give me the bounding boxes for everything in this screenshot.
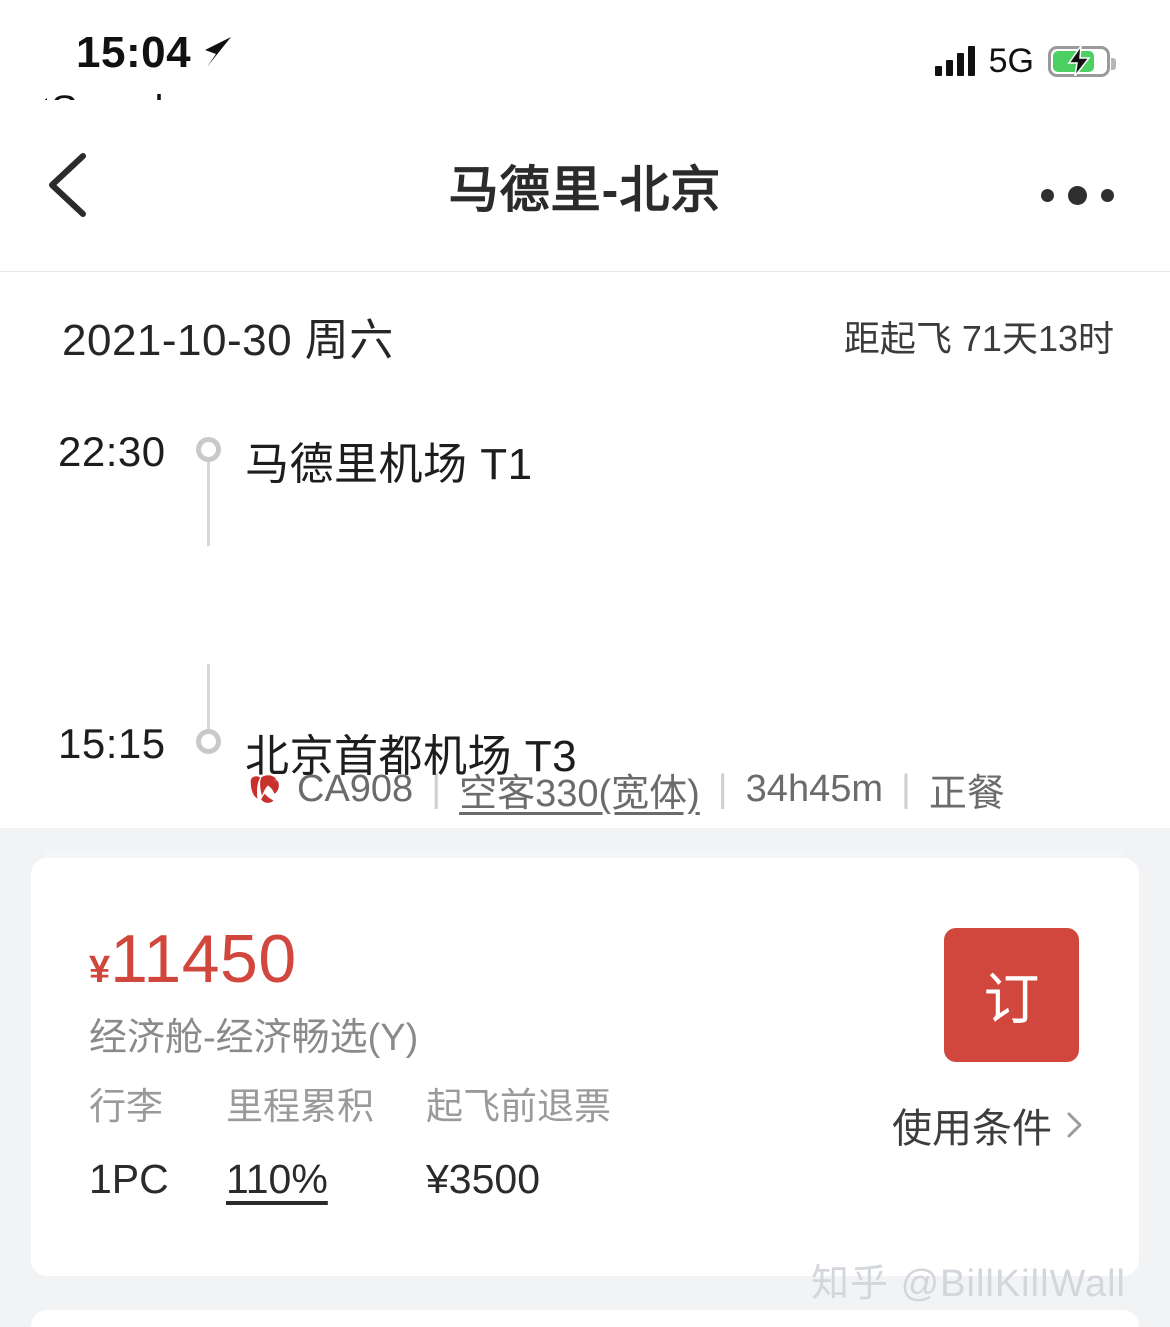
attribute-label: 行李 bbox=[89, 1086, 163, 1127]
attribute-value: 1PC bbox=[89, 1156, 169, 1202]
status-indicators: 5G bbox=[934, 42, 1116, 80]
departure-time: 22:30 bbox=[58, 428, 166, 475]
fare-price: ¥ 11450 bbox=[89, 920, 297, 998]
flight-detail-panel: 2021-10-30 周六 距起飞 71天13时 22:30 马德里机场 T1 … bbox=[0, 272, 1170, 987]
fare-card[interactable]: ¥ 11450 经济舱-经济畅选(Y) 行李 1PC 里程累积 110% 起飞前… bbox=[31, 858, 1139, 1276]
departure-dot-icon bbox=[196, 437, 221, 462]
terms-label: 使用条件 bbox=[892, 1107, 1052, 1151]
arrival-row: 15:15 北京首都机场 T3 bbox=[0, 720, 1170, 781]
signal-bars-icon bbox=[934, 46, 975, 76]
attribute-label: 起飞前退票 bbox=[426, 1086, 611, 1127]
book-button[interactable]: 订 bbox=[944, 928, 1079, 1062]
fare-attributes: 行李 1PC 里程累积 110% 起飞前退票 ¥3500 bbox=[89, 1076, 686, 1203]
attribute-value: ¥3500 bbox=[426, 1156, 541, 1202]
lightning-bolt-icon bbox=[1067, 46, 1091, 76]
status-time: 15:04 bbox=[76, 28, 192, 77]
fare-attribute: 行李 1PC bbox=[89, 1076, 226, 1203]
arrival-time: 15:15 bbox=[58, 720, 166, 767]
status-bar: 15:04 5G Search bbox=[0, 0, 1170, 132]
watermark: 知乎 @BillKillWall bbox=[811, 1263, 1126, 1305]
page-title: 马德里-北京 bbox=[448, 162, 722, 218]
fare-attribute: 起飞前退票 ¥3500 bbox=[426, 1076, 686, 1203]
network-type-label: 5G bbox=[988, 42, 1034, 80]
fare-attribute: 里程累积 110% bbox=[226, 1076, 426, 1203]
chevron-right-icon bbox=[1067, 1112, 1082, 1138]
location-arrow-icon bbox=[205, 37, 231, 67]
price-amount: 11450 bbox=[110, 921, 297, 997]
attribute-value[interactable]: 110% bbox=[226, 1156, 426, 1203]
next-fare-card-peek[interactable] bbox=[31, 1310, 1139, 1327]
flight-date: 2021-10-30 周六 bbox=[62, 316, 394, 365]
cabin-class: 经济舱-经济畅选(Y) bbox=[89, 1017, 419, 1059]
arrival-airport: 北京首都机场 T3 bbox=[245, 732, 578, 781]
departure-countdown: 距起飞 71天13时 bbox=[843, 318, 1114, 359]
nav-bar: 马德里-北京 bbox=[0, 100, 1170, 272]
battery-charging-icon bbox=[1048, 45, 1116, 77]
date-row: 2021-10-30 周六 距起飞 71天13时 bbox=[0, 304, 1170, 368]
ellipsis-icon[interactable] bbox=[1041, 186, 1114, 205]
departure-airport: 马德里机场 T1 bbox=[245, 440, 533, 489]
attribute-label: 里程累积 bbox=[226, 1086, 374, 1127]
currency-symbol: ¥ bbox=[89, 949, 111, 991]
terms-link[interactable]: 使用条件 bbox=[892, 1096, 1083, 1154]
phone-screen: 15:04 5G Search 马德里-北京 bbox=[0, 0, 1170, 1327]
arrival-dot-icon bbox=[196, 729, 221, 754]
departure-row: 22:30 马德里机场 T1 bbox=[0, 428, 1170, 489]
